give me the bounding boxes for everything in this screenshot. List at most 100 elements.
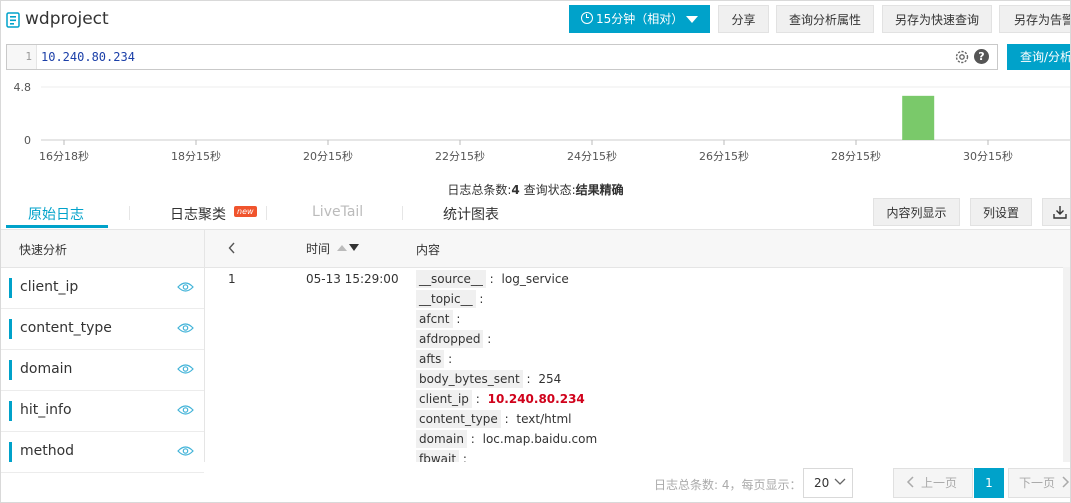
gear-icon[interactable] [954, 49, 970, 65]
field-name: content_type [20, 320, 112, 336]
field-name: hit_info [20, 402, 72, 418]
page-size-select[interactable]: 20 [803, 468, 853, 498]
logstore-icon [6, 12, 20, 28]
log-field-value[interactable] [452, 352, 456, 366]
line-number: 1 [7, 45, 37, 69]
tab-log-clustering[interactable]: 日志聚类 [170, 204, 226, 224]
total-count-label: 日志总条数: [447, 183, 512, 197]
log-field: afdropped : [416, 330, 495, 348]
new-badge: new [234, 206, 257, 217]
tab-divider [129, 206, 130, 220]
field-item[interactable]: method [1, 432, 204, 473]
x-tick-label: 22分15秒 [435, 149, 485, 163]
current-page[interactable]: 1 [974, 468, 1004, 498]
log-field-value[interactable]: log_service [498, 272, 569, 286]
tab-divider [402, 206, 403, 220]
log-field-key[interactable]: afdropped [416, 330, 484, 348]
field-name: method [20, 443, 75, 459]
help-icon[interactable]: ? [974, 49, 989, 64]
log-field-key[interactable]: client_ip [416, 390, 472, 408]
x-tick-label: 18分15秒 [171, 149, 221, 163]
y-tick-label: 0 [24, 134, 31, 147]
field-accent-bar [9, 278, 12, 298]
search-analyze-button[interactable]: 查询/分析 [1007, 44, 1070, 70]
save-quick-query-button[interactable]: 另存为快速查询 [882, 5, 992, 33]
quick-analysis-title: 快速分析 [19, 243, 68, 257]
query-input[interactable]: 10.240.80.234 [41, 45, 135, 69]
column-settings-button[interactable]: 列设置 [970, 198, 1032, 226]
log-field-key[interactable]: afcnt [416, 310, 453, 328]
tab-charts[interactable]: 统计图表 [443, 204, 499, 224]
header: wdproject 15分钟（相对） 分享 查询分析属性 另存为快速查询 另存为… [1, 1, 1070, 39]
chevron-down-icon [834, 478, 846, 485]
field-accent-bar [9, 319, 12, 339]
content-column-button[interactable]: 内容列显示 [873, 198, 960, 226]
x-tick-label: 16分18秒 [39, 149, 89, 163]
app-window: wdproject 15分钟（相对） 分享 查询分析属性 另存为快速查询 另存为… [0, 0, 1071, 503]
x-tick-label: 20分15秒 [303, 149, 353, 163]
download-button[interactable] [1042, 198, 1070, 226]
log-field: fbwait : [416, 450, 471, 462]
time-range-button[interactable]: 15分钟（相对） [569, 5, 710, 33]
sort-icon[interactable] [336, 243, 360, 252]
field-item[interactable]: content_type [1, 309, 204, 350]
log-field-key[interactable]: fbwait [416, 450, 460, 462]
eye-icon[interactable] [177, 363, 194, 375]
time-column-header[interactable]: 时间 [306, 240, 330, 257]
log-field: client_ip : 10.240.80.234 [416, 390, 585, 408]
active-tab-indicator [6, 225, 108, 228]
field-name: client_ip [20, 279, 79, 295]
next-page-button[interactable]: 下一页 [1008, 468, 1070, 498]
query-editor[interactable]: 1 10.240.80.234 ? [6, 44, 998, 70]
log-field-value[interactable]: loc.map.baidu.com [479, 432, 598, 446]
chevron-left-icon[interactable] [227, 241, 237, 255]
log-field-key[interactable]: domain [416, 430, 467, 448]
log-field-key[interactable]: __topic__ [416, 290, 476, 308]
field-item[interactable]: domain [1, 350, 204, 391]
log-field: __topic__ : [416, 290, 487, 308]
search-summary: 日志总条数:4 查询状态:结果精确 [1, 181, 1070, 198]
log-field: content_type : text/html [416, 410, 571, 428]
histogram-bar [902, 95, 935, 140]
log-field-value[interactable]: text/html [512, 412, 571, 426]
eye-icon[interactable] [177, 322, 194, 334]
log-field-key[interactable]: body_bytes_sent [416, 370, 523, 388]
tab-raw-logs[interactable]: 原始日志 [28, 204, 84, 224]
row-index: 1 [228, 272, 236, 286]
chevron-right-icon [1062, 476, 1070, 488]
prev-page-button[interactable]: 上一页 [893, 468, 973, 498]
log-field-key[interactable]: __source__ [416, 270, 486, 288]
log-histogram: 4.8 0 16分18秒 18分15秒 20分15秒 22分15秒 24分15秒 26分15秒… [14, 81, 1070, 163]
content-column-header: 内容 [416, 243, 441, 257]
log-table-header: 时间 内容 [205, 230, 1070, 268]
query-properties-button[interactable]: 查询分析属性 [776, 5, 874, 33]
eye-icon[interactable] [177, 404, 194, 416]
project-title: wdproject [25, 9, 109, 29]
tab-livetail[interactable]: LiveTail [312, 204, 363, 220]
log-field-value[interactable] [467, 452, 471, 462]
result-tabs: 原始日志 日志聚类 LiveTail 统计图表 [1, 198, 861, 228]
log-field-value[interactable] [483, 292, 487, 306]
log-field-key[interactable]: afts [416, 350, 445, 368]
log-field-value[interactable] [491, 332, 495, 346]
tab-divider [266, 206, 267, 220]
eye-icon[interactable] [177, 281, 194, 293]
field-item[interactable]: client_ip [1, 268, 204, 309]
pagination-info: 日志总条数: 4，每页显示： [654, 478, 802, 492]
log-field: body_bytes_sent : 254 [416, 370, 561, 388]
log-field-value[interactable]: 254 [534, 372, 561, 386]
eye-icon[interactable] [177, 445, 194, 457]
save-as-alert-button[interactable]: 另存为告警 [999, 5, 1070, 33]
log-field-value[interactable] [460, 312, 464, 326]
vertical-scrollbar[interactable] [1063, 267, 1070, 462]
field-item[interactable]: hit_info [1, 391, 204, 432]
field-accent-bar [9, 360, 12, 380]
log-field-value-highlighted[interactable]: 10.240.80.234 [484, 392, 585, 406]
log-field-key[interactable]: content_type [416, 410, 501, 428]
caret-down-icon [686, 16, 698, 23]
share-button[interactable]: 分享 [718, 5, 769, 33]
next-page-label: 下一页 [1019, 476, 1056, 490]
y-tick-label: 4.8 [14, 81, 32, 94]
prev-page-label: 上一页 [921, 476, 958, 490]
x-tick-label: 28分15秒 [831, 149, 881, 163]
